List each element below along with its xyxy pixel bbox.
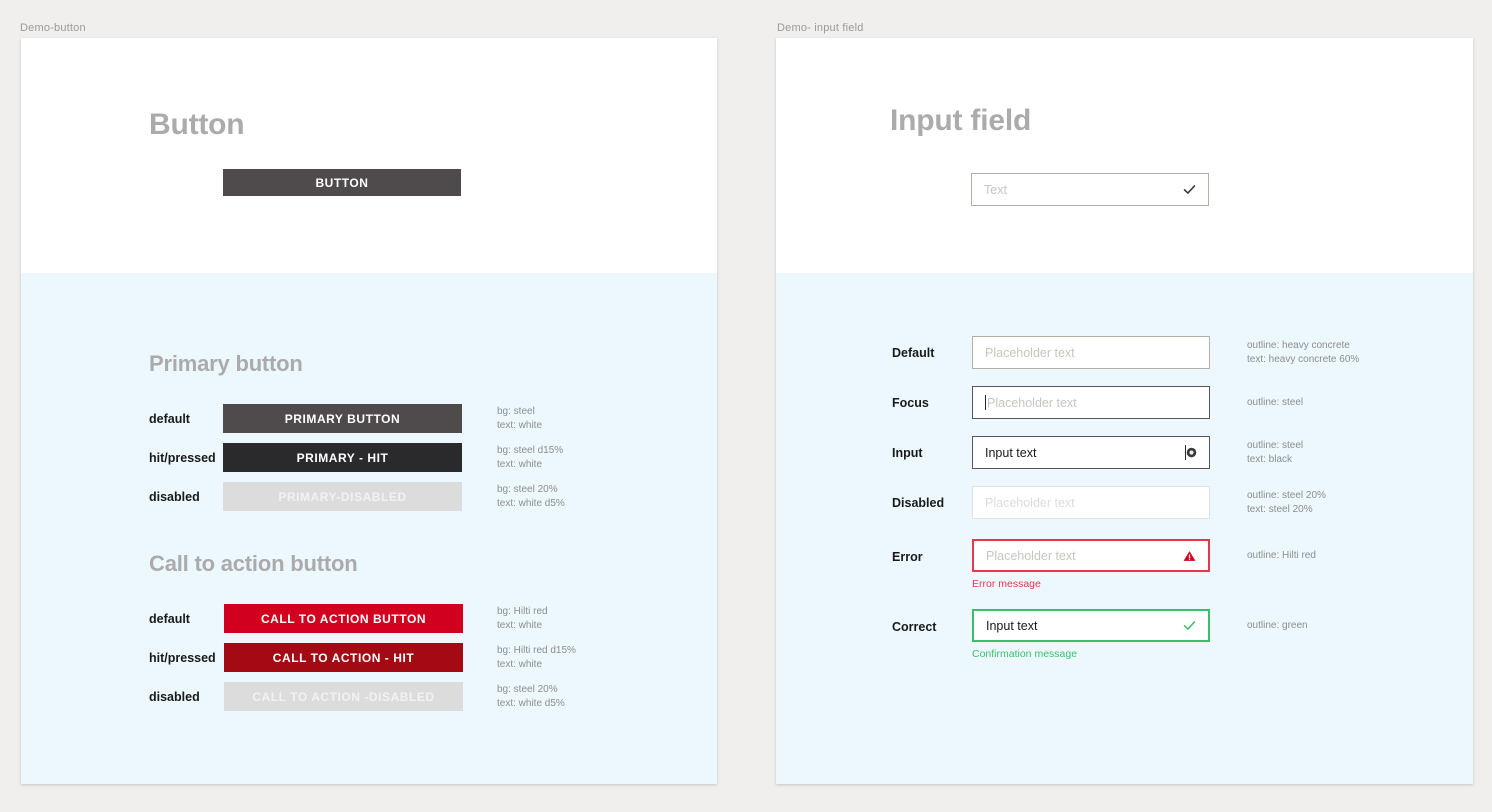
state-label: Input bbox=[892, 445, 923, 460]
check-icon bbox=[1183, 619, 1196, 632]
primary-button-disabled: PRIMARY-DISABLED bbox=[223, 482, 462, 511]
annotation: bg: steel 20% text: white d5% bbox=[497, 483, 565, 509]
annotation: outline: steel text: black bbox=[1247, 439, 1304, 465]
section-title-primary: Primary button bbox=[149, 351, 303, 376]
input-field-correct[interactable]: Input text bbox=[972, 609, 1210, 642]
annotation: outline: heavy concrete text: heavy conc… bbox=[1247, 339, 1360, 365]
state-label: hit/pressed bbox=[149, 450, 216, 465]
state-label: default bbox=[149, 611, 190, 626]
section-title-cta: Call to action button bbox=[149, 551, 358, 576]
warning-triangle-icon bbox=[1183, 550, 1196, 562]
input-field-disabled: Placeholder text bbox=[972, 486, 1210, 519]
state-label: disabled bbox=[149, 689, 200, 704]
annotation: bg: steel 20% text: white d5% bbox=[497, 683, 565, 709]
input-row-focus: Focus Placeholder text outline: steel bbox=[892, 386, 1452, 419]
hero-input-field[interactable]: Text bbox=[971, 173, 1209, 206]
button-row-primary-disabled: disabled PRIMARY-DISABLED bg: steel 20% … bbox=[149, 482, 659, 511]
button-panel-card: Button BUTTON Primary button default PRI… bbox=[21, 38, 717, 784]
text-caret bbox=[985, 395, 986, 410]
input-row-correct: Correct Input text Confirmation message … bbox=[892, 609, 1452, 660]
input-row-error: Error Placeholder text Error message out… bbox=[892, 539, 1452, 590]
state-label: disabled bbox=[149, 489, 200, 504]
input-placeholder: Placeholder text bbox=[987, 395, 1077, 410]
state-label: default bbox=[149, 411, 190, 426]
input-placeholder: Placeholder text bbox=[985, 345, 1075, 360]
confirmation-message: Confirmation message bbox=[972, 648, 1078, 660]
primary-button-hit[interactable]: PRIMARY - HIT bbox=[223, 443, 462, 472]
input-value: Input text bbox=[985, 445, 1037, 460]
input-field-error[interactable]: Placeholder text bbox=[972, 539, 1210, 572]
annotation: outline: Hilti red bbox=[1247, 550, 1316, 561]
input-hero-region: Input field Text bbox=[776, 38, 1473, 273]
hero-input-placeholder: Text bbox=[984, 182, 1007, 197]
button-row-cta-hit: hit/pressed CALL TO ACTION - HIT bg: Hil… bbox=[149, 643, 659, 672]
error-message: Error message bbox=[972, 578, 1041, 590]
button-row-primary-default: default PRIMARY BUTTON bg: steel text: w… bbox=[149, 404, 659, 433]
cta-button-hit[interactable]: CALL TO ACTION - HIT bbox=[224, 643, 463, 672]
state-label: Correct bbox=[892, 620, 937, 634]
input-field-filled[interactable]: Input text bbox=[972, 436, 1210, 469]
button-row-cta-disabled: disabled CALL TO ACTION -DISABLED bg: st… bbox=[149, 682, 659, 711]
input-field-default[interactable]: Placeholder text bbox=[972, 336, 1210, 369]
annotation: outline: green bbox=[1247, 620, 1308, 631]
input-panel-card: Input field Text Default Placeholder tex… bbox=[776, 38, 1473, 784]
state-label: Focus bbox=[892, 395, 929, 410]
button-states-region: Primary button default PRIMARY BUTTON bg… bbox=[21, 273, 717, 784]
hero-button[interactable]: BUTTON bbox=[223, 169, 461, 196]
state-label: Error bbox=[892, 550, 923, 564]
frame-label-input-field: Demo- input field bbox=[777, 22, 864, 34]
cta-button-default[interactable]: CALL TO ACTION BUTTON bbox=[224, 604, 463, 633]
input-error-group: Placeholder text Error message bbox=[972, 539, 1210, 590]
input-states-region: Default Placeholder text outline: heavy … bbox=[776, 273, 1473, 784]
input-placeholder: Placeholder text bbox=[985, 495, 1075, 510]
input-placeholder: Placeholder text bbox=[986, 548, 1076, 563]
annotation: outline: steel 20% text: steel 20% bbox=[1247, 489, 1326, 515]
input-value: Input text bbox=[986, 618, 1038, 633]
state-label: Default bbox=[892, 345, 935, 360]
screenshot-canvas: Demo-button Button BUTTON Primary button… bbox=[0, 0, 1492, 812]
input-row-default: Default Placeholder text outline: heavy … bbox=[892, 336, 1452, 369]
page-title-button: Button bbox=[149, 108, 245, 141]
button-row-cta-default: default CALL TO ACTION BUTTON bg: Hilti … bbox=[149, 604, 659, 633]
state-label: hit/pressed bbox=[149, 650, 216, 665]
clear-circle-icon[interactable] bbox=[1186, 447, 1197, 458]
primary-button-default[interactable]: PRIMARY BUTTON bbox=[223, 404, 462, 433]
cta-button-disabled: CALL TO ACTION -DISABLED bbox=[224, 682, 463, 711]
input-row-input: Input Input text outline: steel text: bl… bbox=[892, 436, 1452, 469]
annotation: bg: steel text: white bbox=[497, 405, 543, 431]
button-hero-region: Button BUTTON bbox=[21, 38, 717, 273]
input-correct-group: Input text Confirmation message bbox=[972, 609, 1210, 660]
state-label: Disabled bbox=[892, 495, 945, 510]
input-field-focus[interactable]: Placeholder text bbox=[972, 386, 1210, 419]
annotation: bg: Hilti red d15% text: white bbox=[497, 644, 576, 670]
annotation: bg: Hilti red text: white bbox=[497, 605, 548, 631]
page-title-input-field: Input field bbox=[890, 104, 1032, 137]
check-icon bbox=[1183, 183, 1196, 196]
input-row-disabled: Disabled Placeholder text outline: steel… bbox=[892, 486, 1452, 519]
button-row-primary-hit: hit/pressed PRIMARY - HIT bg: steel d15%… bbox=[149, 443, 659, 472]
frame-label-button: Demo-button bbox=[20, 22, 86, 34]
annotation: outline: steel bbox=[1247, 396, 1304, 408]
annotation: bg: steel d15% text: white bbox=[497, 444, 564, 470]
